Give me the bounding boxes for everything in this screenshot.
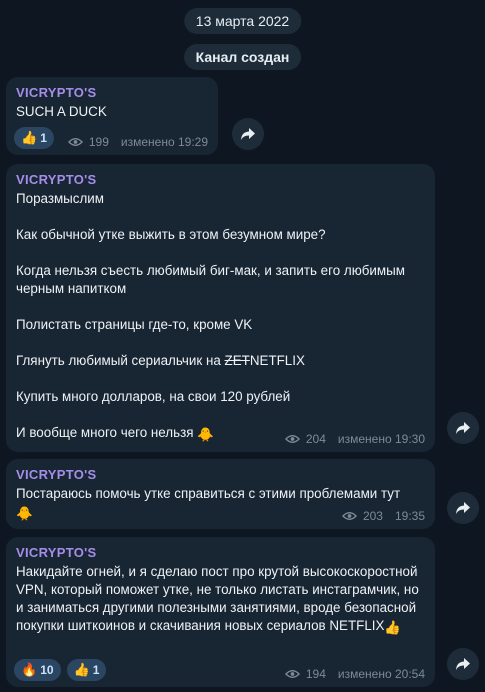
post-text: Поразмыслим Как обычной утке выжить в эт… [16, 190, 425, 444]
post-text: SUCH A DUCK [16, 103, 208, 121]
post-time: изменено 19:30 [337, 432, 425, 446]
reactions-bar: 🔥 10 👍 1 [14, 659, 107, 681]
share-arrow-icon [456, 502, 470, 514]
post-meta: 194 изменено 20:54 [284, 667, 425, 681]
post-text: Накидайте огней, и я сделаю пост про кру… [16, 563, 425, 637]
eye-icon [284, 435, 300, 443]
share-button[interactable] [447, 648, 479, 680]
reaction-thumbs-up[interactable]: 👍 1 [66, 659, 107, 681]
views-count: 194 [305, 667, 326, 681]
post-meta: 203 19:35 [341, 509, 425, 523]
post-paragraph: Накидайте огней, и я сделаю пост про кру… [16, 563, 425, 637]
channel-post[interactable]: VICRYPTO'S Накидайте огней, и я сделаю п… [6, 537, 435, 687]
post-line: Поразмыслим [16, 191, 104, 206]
eye-icon [284, 670, 300, 678]
post-meta: 199 изменено 19:29 [67, 135, 208, 149]
post-author[interactable]: VICRYPTO'S [16, 467, 425, 482]
post-author[interactable]: VICRYPTO'S [16, 545, 425, 560]
reactions-bar: 👍 1 [14, 127, 54, 149]
post-time: 19:35 [394, 509, 425, 523]
channel-post[interactable]: VICRYPTO'S Постараюсь помочь утке справи… [6, 459, 435, 529]
duck-emoji-icon: 🐥 [16, 506, 33, 521]
share-arrow-icon [241, 128, 255, 140]
duck-emoji-icon: 🐥 [197, 427, 214, 442]
share-arrow-icon [456, 422, 470, 434]
channel-post[interactable]: VICRYPTO'S Поразмыслим Как обычной утке … [6, 164, 435, 452]
date-separator: 13 марта 2022 [183, 8, 302, 34]
fire-icon: 🔥 [21, 662, 38, 677]
netflix-text: NETFLIX [249, 353, 305, 368]
post-time: изменено 19:29 [120, 135, 208, 149]
post-line: Полистать страницы где-то, кроме VK [16, 317, 253, 332]
post-line-text: Глянуть любимый сериальчик на [16, 353, 221, 368]
post-line-text: Накидайте огней, и я сделаю пост про кру… [16, 564, 419, 633]
post-line: Глянуть любимый сериальчик на ZETNETFLIX [16, 352, 425, 370]
reaction-count: 10 [40, 663, 54, 677]
post-line: Постараюсь помочь утке справиться с этим… [16, 486, 401, 501]
thumbs-up-icon: 👍 [73, 662, 90, 677]
service-message: Канал создан [183, 44, 302, 70]
post-line: Как обычной утке выжить в этом безумном … [16, 227, 326, 242]
post-author[interactable]: VICRYPTO'S [16, 172, 425, 187]
post-time: изменено 20:54 [337, 667, 425, 681]
strikethrough-text: ZET [224, 353, 250, 368]
post-meta: 204 изменено 19:30 [284, 432, 425, 446]
share-button[interactable] [447, 412, 479, 444]
share-button[interactable] [447, 492, 479, 524]
post-line: SUCH A DUCK [16, 104, 107, 119]
eye-icon [67, 138, 83, 146]
views-count: 199 [88, 135, 109, 149]
views-count: 204 [305, 432, 326, 446]
eye-icon [341, 512, 357, 520]
reaction-count: 1 [92, 663, 100, 677]
reaction-thumbs-up[interactable]: 👍 1 [14, 127, 54, 149]
post-line: Купить много долларов, на свои 120 рубле… [16, 389, 291, 404]
thumbs-up-emoji-icon: 👍 [384, 620, 402, 635]
post-line: Когда нельзя съесть любимый биг-мак, и з… [16, 263, 405, 296]
thumbs-up-icon: 👍 [21, 130, 38, 145]
views-count: 203 [362, 509, 383, 523]
channel-post[interactable]: VICRYPTO'S SUCH A DUCK 👍 1 199 изменено … [6, 77, 218, 155]
share-button[interactable] [232, 118, 264, 150]
post-author[interactable]: VICRYPTO'S [16, 85, 208, 100]
share-arrow-icon [456, 658, 470, 670]
post-line-text: И вообще много чего нельзя [16, 425, 194, 440]
reaction-fire[interactable]: 🔥 10 [14, 659, 61, 681]
reaction-count: 1 [40, 131, 47, 145]
